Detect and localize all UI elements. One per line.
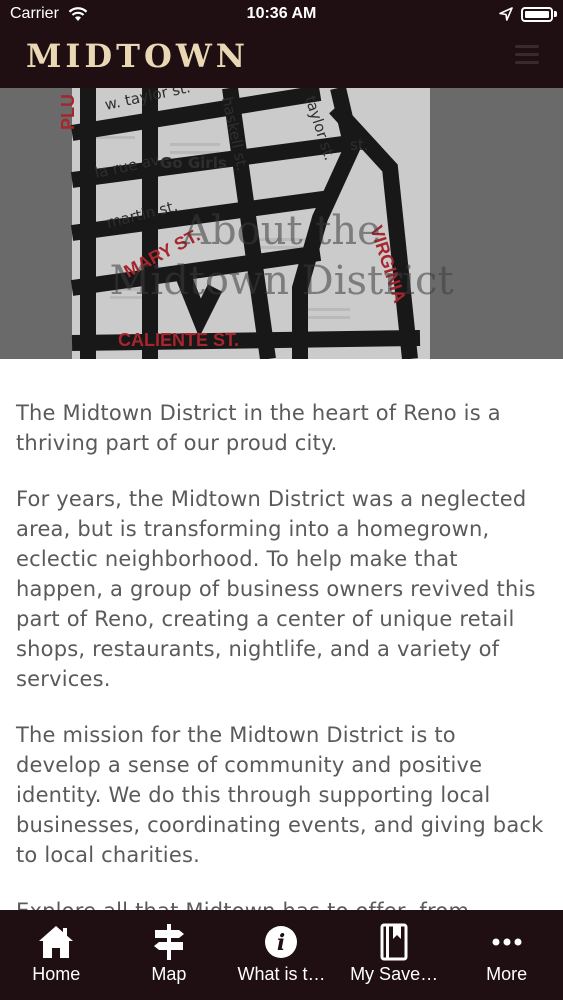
hero-title-line2: Midtown District [109, 258, 454, 304]
battery-icon [521, 7, 553, 22]
battery-tip [554, 11, 557, 17]
home-icon [39, 926, 74, 958]
hero-banner: w. taylor st. taylor st. haskell st. la … [0, 88, 563, 359]
info-icon: i [265, 926, 298, 958]
tab-label: My Save… [350, 964, 439, 984]
tab-label: More [486, 964, 528, 984]
about-content: The Midtown District in the heart of Ren… [16, 398, 547, 952]
svg-text:i: i [277, 930, 285, 956]
top-bar: Carrier 10:36 AM MIDTOWN [0, 0, 563, 88]
tab-my-saved[interactable]: My Save… [338, 910, 451, 1000]
status-time: 10:36 AM [246, 5, 317, 22]
tab-label: Map [151, 964, 187, 984]
tab-label: Home [32, 964, 81, 984]
brand-logo: MIDTOWN [26, 37, 250, 75]
tab-map[interactable]: Map [113, 910, 226, 1000]
hamburger-menu-icon[interactable] [510, 40, 544, 74]
location-arrow-icon [499, 7, 513, 21]
tab-more[interactable]: More [450, 910, 563, 1000]
hero-title-line1: About the [182, 208, 381, 254]
signpost-icon [153, 924, 184, 960]
tab-label: What is t… [237, 964, 326, 984]
paragraph: The Midtown District in the heart of Ren… [16, 401, 501, 455]
status-bar: Carrier 10:36 AM [0, 0, 563, 30]
hero-title: About the Midtown District [0, 206, 563, 306]
paragraph: The mission for the Midtown District is … [16, 723, 544, 867]
tab-bar: Home Map i What is t… My Save… More [0, 910, 563, 1000]
tab-home[interactable]: Home [0, 910, 113, 1000]
paragraph: For years, the Midtown District was a ne… [16, 487, 536, 691]
tab-what-is[interactable]: i What is t… [225, 910, 338, 1000]
bookmark-book-icon [380, 923, 408, 961]
more-dots-icon [492, 938, 522, 946]
